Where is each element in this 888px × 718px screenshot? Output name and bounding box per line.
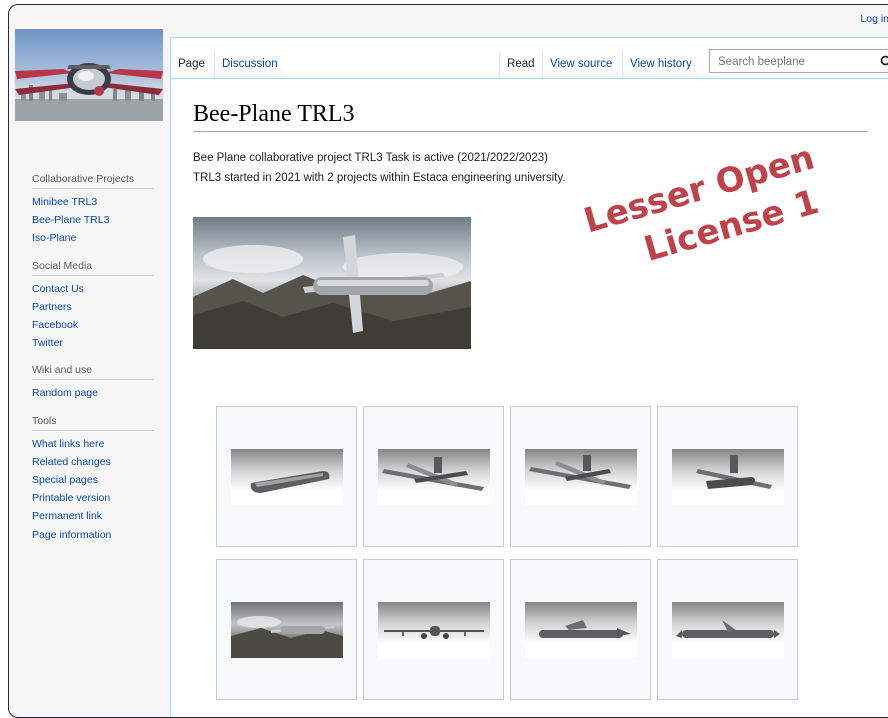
sidebar-item-twitter[interactable]: Twitter: [32, 334, 154, 352]
portal-tools: Tools What links here Related changes Sp…: [32, 415, 154, 544]
page-title: Bee-Plane TRL3: [193, 101, 868, 132]
aircraft-over-mountains-image: [193, 217, 471, 349]
sidebar-item-permanent-link[interactable]: Permanent link: [32, 507, 154, 525]
gallery-thumbnail[interactable]: [363, 406, 504, 547]
logo-aircraft-image: [15, 29, 163, 121]
aircraft-render-image: [525, 449, 637, 505]
sidebar-item-iso-plane[interactable]: Iso-Plane: [32, 229, 154, 247]
portal-heading: Wiki and use: [32, 364, 154, 380]
sidebar: Collaborative Projects Minibee TRL3 Bee-…: [32, 173, 154, 556]
site-logo[interactable]: [15, 29, 163, 121]
gallery-thumbnail[interactable]: [510, 559, 651, 700]
browser-frame: Log in Collaborative Proje: [8, 4, 888, 718]
sidebar-item-related-changes[interactable]: Related changes: [32, 453, 154, 471]
portal-heading: Social Media: [32, 260, 154, 276]
gallery-thumbnail[interactable]: [657, 559, 798, 700]
aircraft-side-render-image: [672, 602, 784, 658]
gallery-thumbnail[interactable]: [216, 559, 357, 700]
content-area: Page Discussion Read View source View hi…: [170, 37, 888, 718]
search-box: [709, 49, 888, 73]
sidebar-item-contact-us[interactable]: Contact Us: [32, 280, 154, 298]
sidebar-item-printable-version[interactable]: Printable version: [32, 489, 154, 507]
main-aircraft-image[interactable]: [193, 217, 471, 349]
tab-discussion[interactable]: Discussion: [214, 52, 285, 78]
sidebar-item-special-pages[interactable]: Special pages: [32, 471, 154, 489]
tab-view-source[interactable]: View source: [542, 52, 619, 78]
intro-paragraph: Bee Plane collaborative project TRL3 Tas…: [193, 152, 548, 164]
aircraft-side-render-image: [525, 602, 637, 658]
tab-view-history[interactable]: View history: [622, 52, 699, 78]
gallery-thumbnail[interactable]: [216, 406, 357, 547]
portal-social-media: Social Media Contact Us Partners Faceboo…: [32, 260, 154, 353]
aircraft-photo-image: [231, 602, 343, 658]
fuselage-render-image: [231, 449, 343, 505]
sidebar-item-page-information[interactable]: Page information: [32, 526, 154, 544]
aircraft-render-image: [672, 449, 784, 505]
sidebar-item-random-page[interactable]: Random page: [32, 384, 154, 402]
sidebar-item-facebook[interactable]: Facebook: [32, 316, 154, 334]
portal-heading: Collaborative Projects: [32, 173, 154, 189]
sidebar-item-what-links-here[interactable]: What links here: [32, 435, 154, 453]
portal-collaborative-projects: Collaborative Projects Minibee TRL3 Bee-…: [32, 173, 154, 248]
sidebar-item-minibee-trl3[interactable]: Minibee TRL3: [32, 193, 154, 211]
login-link[interactable]: Log in: [860, 13, 888, 25]
sidebar-item-partners[interactable]: Partners: [32, 298, 154, 316]
gallery-thumbnail[interactable]: [510, 406, 651, 547]
sidebar-item-bee-plane-trl3[interactable]: Bee-Plane TRL3: [32, 211, 154, 229]
portal-wiki-and-use: Wiki and use Random page: [32, 364, 154, 402]
tab-read[interactable]: Read: [499, 52, 542, 78]
search-input[interactable]: [716, 51, 870, 73]
aircraft-front-render-image: [378, 602, 490, 658]
gallery-thumbnail[interactable]: [657, 406, 798, 547]
aircraft-render-image: [378, 449, 490, 505]
magnifier-icon[interactable]: [880, 55, 888, 69]
tab-page[interactable]: Page: [171, 52, 212, 78]
gallery-thumbnail[interactable]: [363, 559, 504, 700]
portal-heading: Tools: [32, 415, 154, 431]
tab-divider: [171, 78, 888, 79]
personal-tools: Log in: [860, 13, 888, 25]
intro-paragraph: TRL3 started in 2021 with 2 projects wit…: [193, 172, 565, 184]
